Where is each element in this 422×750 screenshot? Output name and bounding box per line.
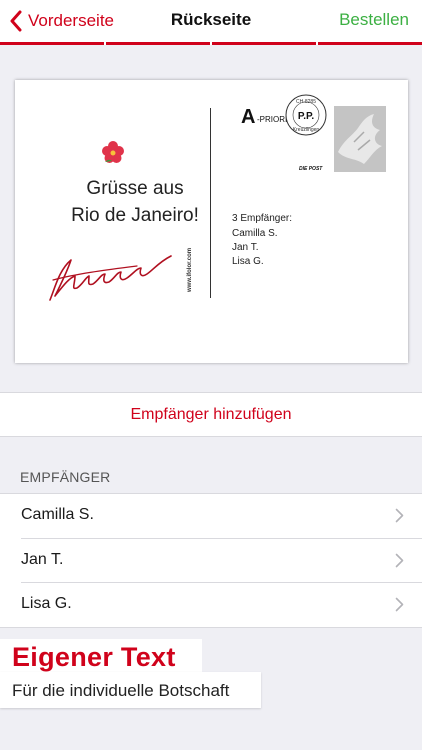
address-line: Camilla S. — [232, 228, 278, 239]
chevron-right-icon — [395, 508, 404, 523]
greeting-line-1: Grüsse aus — [86, 178, 184, 199]
progress-separator — [316, 42, 318, 45]
order-button[interactable]: Bestellen — [339, 10, 409, 30]
flower-icon — [102, 141, 124, 163]
vertical-url-text: www.ifolor.com — [187, 247, 193, 292]
chevron-right-icon — [395, 597, 404, 612]
list-item[interactable]: Jan T. — [0, 539, 422, 583]
priority-letter: A — [241, 106, 256, 128]
greeting-line-2: Rio de Janeiro! — [71, 205, 199, 226]
post-logo: DIE POST — [299, 166, 323, 172]
address-line: Jan T. — [232, 242, 259, 253]
progress-separator — [210, 42, 212, 45]
navigation-bar: Vorderseite Rückseite Bestellen — [0, 0, 422, 44]
recipient-name: Camilla S. — [21, 506, 94, 523]
list-item[interactable]: Lisa G. — [0, 583, 422, 627]
promo-subtitle: Für die individuelle Botschaft — [12, 681, 230, 700]
recipients-section-header: EMPFÄNGER — [20, 469, 111, 485]
pp-stamp-bottom-text: Kreuzlingen — [293, 127, 320, 133]
add-recipient-button[interactable]: Empfänger hinzufügen — [0, 392, 422, 437]
recipient-name: Jan T. — [21, 551, 64, 568]
pp-stamp-mid-text: P.P. — [298, 111, 315, 122]
list-item[interactable]: Camilla S. — [0, 494, 422, 538]
promo-title: Eigener Text — [12, 642, 176, 672]
recipient-name: Lisa G. — [21, 595, 72, 612]
address-line: 3 Empfänger: — [232, 213, 293, 224]
promo-subtitle-box: Für die individuelle Botschaft — [0, 672, 261, 708]
recipient-list: Camilla S. Jan T. Lisa G. — [0, 493, 422, 628]
postcard-back-preview[interactable]: Grüsse aus Rio de Janeiro! www.ifolor.co… — [15, 80, 408, 363]
progress-separator — [104, 42, 106, 45]
address-line: Lisa G. — [232, 256, 264, 267]
chevron-right-icon — [395, 553, 404, 568]
signature-image — [49, 255, 172, 301]
pp-stamp-top-text: CH-8285 — [296, 99, 316, 105]
postage-paid-stamp: CH-8285 P.P. Kreuzlingen — [285, 94, 327, 136]
card-divider — [210, 108, 211, 298]
postage-stamp — [334, 106, 386, 172]
